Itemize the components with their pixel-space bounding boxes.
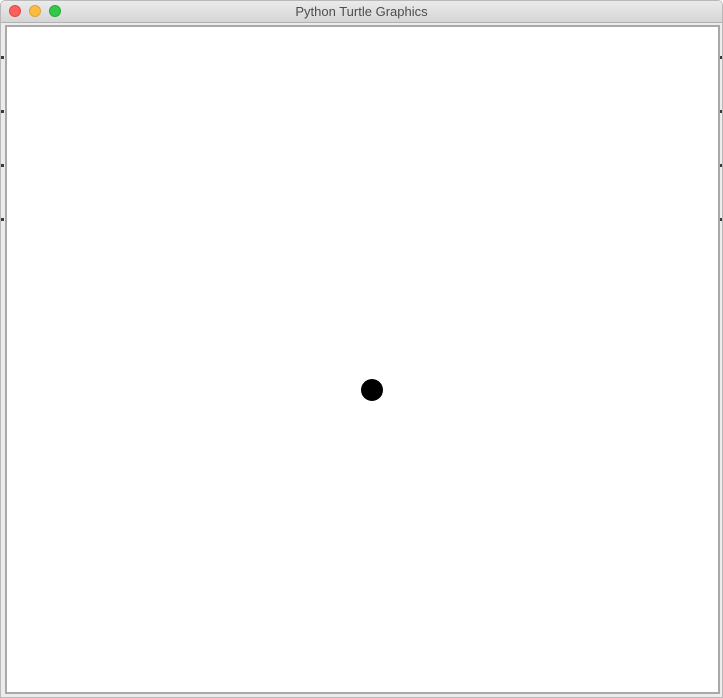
canvas-frame bbox=[5, 25, 720, 694]
window-title: Python Turtle Graphics bbox=[295, 4, 428, 19]
edge-mark bbox=[1, 164, 4, 167]
edge-mark bbox=[1, 56, 4, 59]
edge-mark bbox=[1, 218, 4, 221]
turtle-window: Python Turtle Graphics bbox=[0, 0, 723, 698]
close-button[interactable] bbox=[9, 5, 21, 17]
title-bar[interactable]: Python Turtle Graphics bbox=[1, 1, 722, 23]
minimize-button[interactable] bbox=[29, 5, 41, 17]
zoom-button[interactable] bbox=[49, 5, 61, 17]
turtle-dot bbox=[361, 379, 383, 401]
edge-mark bbox=[1, 110, 4, 113]
turtle-canvas[interactable] bbox=[7, 27, 718, 692]
